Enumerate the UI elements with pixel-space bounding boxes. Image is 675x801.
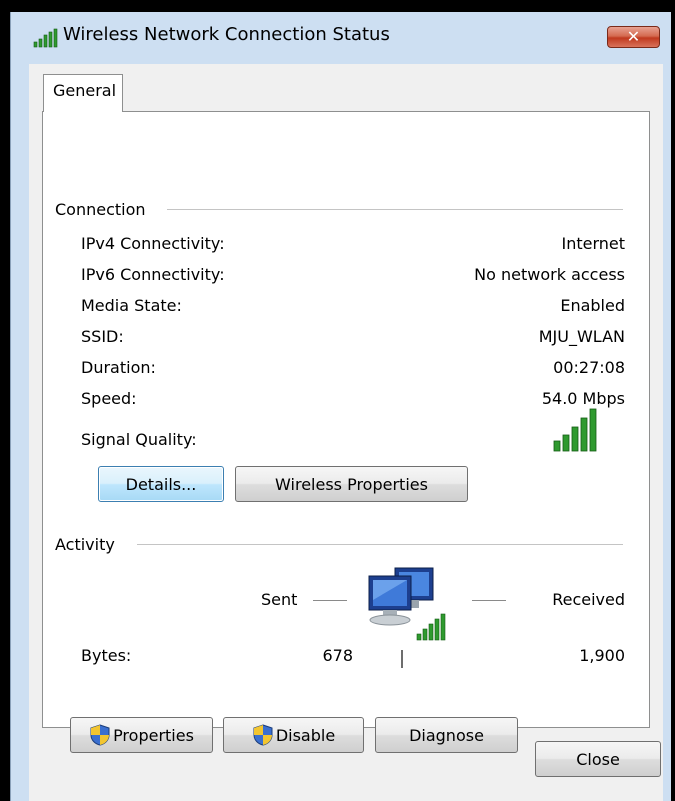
close-button[interactable]: Close: [535, 741, 661, 777]
received-line: [472, 600, 506, 601]
duration-value: 00:27:08: [553, 358, 625, 377]
sent-line: [313, 600, 347, 601]
bytes-received-value: 1,900: [579, 646, 625, 665]
connection-divider: [167, 209, 623, 210]
properties-button-label: Properties: [113, 725, 194, 745]
media-state-label: Media State:: [81, 296, 182, 315]
ipv6-connectivity-value: No network access: [474, 265, 625, 284]
window-close-button[interactable]: ✕: [607, 26, 660, 48]
details-button[interactable]: Details...: [98, 466, 224, 502]
disable-button-label: Disable: [275, 725, 336, 745]
bytes-label: Bytes:: [81, 646, 132, 665]
received-label: Received: [552, 590, 625, 609]
diagnose-button[interactable]: Diagnose: [375, 717, 518, 753]
media-state-value: Enabled: [560, 296, 625, 315]
tab-general[interactable]: General: [43, 74, 123, 112]
network-computers-icon: [368, 567, 446, 641]
ssid-value: MJU_WLAN: [538, 327, 625, 346]
wireless-properties-button-label: Wireless Properties: [275, 474, 428, 494]
tab-general-label: General: [53, 81, 117, 100]
status-dialog: Wireless Network Connection Status ✕ Gen…: [10, 12, 671, 801]
activity-divider-tick: [401, 650, 403, 668]
signal-quality-label: Signal Quality:: [81, 430, 197, 449]
connection-group-label: Connection: [55, 200, 146, 219]
bytes-sent-value: 678: [322, 646, 353, 665]
wireless-properties-button[interactable]: Wireless Properties: [235, 466, 468, 502]
ssid-label: SSID:: [81, 327, 124, 346]
disable-button[interactable]: Disable: [223, 717, 364, 753]
sent-label: Sent: [261, 590, 298, 609]
speed-label: Speed:: [81, 389, 137, 408]
speed-value: 54.0 Mbps: [541, 389, 625, 408]
uac-shield-icon: [90, 724, 110, 746]
signal-bars-icon: [553, 408, 597, 452]
ipv6-connectivity-label: IPv6 Connectivity:: [81, 265, 225, 284]
activity-divider: [137, 544, 623, 545]
uac-shield-icon: [253, 724, 273, 746]
duration-label: Duration:: [81, 358, 156, 377]
general-tab-panel: Connection IPv4 Connectivity: Internet I…: [42, 111, 650, 753]
window-title: Wireless Network Connection Status: [63, 24, 390, 45]
ipv4-connectivity-label: IPv4 Connectivity:: [81, 234, 225, 253]
close-icon: ✕: [626, 27, 641, 46]
diagnose-button-label: Diagnose: [409, 725, 484, 745]
ipv4-connectivity-value: Internet: [561, 234, 625, 253]
details-button-label: Details...: [125, 474, 197, 494]
activity-group-label: Activity: [55, 535, 115, 554]
wireless-signal-icon: [33, 28, 58, 48]
dialog-client-area: General Connection IPv4 Connectivity: In…: [29, 64, 663, 801]
close-button-label: Close: [576, 749, 620, 769]
properties-button[interactable]: Properties: [70, 717, 213, 753]
title-bar[interactable]: Wireless Network Connection Status ✕: [11, 12, 672, 64]
